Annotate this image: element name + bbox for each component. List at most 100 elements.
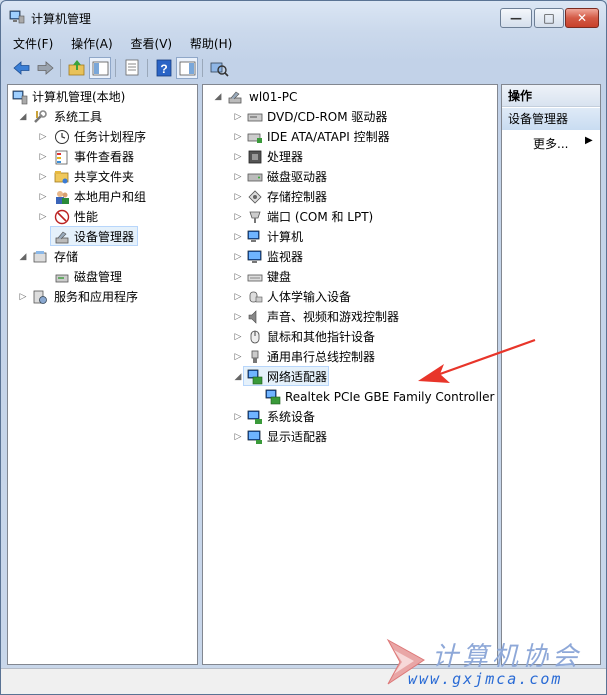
expand-icon[interactable]: ▷ [38,147,48,167]
watermark-url: www.gxjmca.com [408,670,563,688]
users-icon [56,191,69,204]
device-category-computer[interactable]: ▷ 计算机 [205,227,495,247]
disk-drive-icon [247,173,263,182]
device-category-display-adapters[interactable]: ▷ 显示适配器 [205,427,495,447]
show-tree-button[interactable] [89,57,111,79]
device-category-dvd[interactable]: ▷ DVD/CD-ROM 驱动器 [205,107,495,127]
storage-controller-icon [248,190,262,204]
scan-hardware-button[interactable] [208,57,230,79]
actions-section-device-manager[interactable]: 设备管理器 [502,108,600,130]
port-icon [249,211,261,223]
toolbar-separator [202,59,203,77]
device-category-processor[interactable]: ▷ 处理器 [205,147,495,167]
expand-icon[interactable]: ▷ [233,227,243,247]
expand-icon[interactable]: ▷ [233,247,243,267]
expand-icon[interactable]: ▷ [38,127,48,147]
device-category-mouse[interactable]: ▷ 鼠标和其他指针设备 [205,327,495,347]
up-folder-icon [68,60,85,76]
tree-item-shared-folders[interactable]: ▷ 共享文件夹 [10,167,196,187]
expand-icon[interactable]: ▷ [38,187,48,207]
collapse-icon[interactable]: ◢ [18,107,28,127]
expand-icon[interactable]: ▷ [233,187,243,207]
device-category-network-adapters[interactable]: ◢ 网络适配器 [205,367,495,387]
device-category-monitors[interactable]: ▷ 监视器 [205,247,495,267]
tree-item-task-scheduler[interactable]: ▷ 任务计划程序 [10,127,196,147]
export-button[interactable] [121,57,143,79]
menu-view[interactable]: 查看(V) [125,33,179,54]
expand-icon[interactable]: ▷ [233,167,243,187]
device-category-label: 监视器 [267,250,304,264]
expand-icon[interactable]: ▷ [233,407,243,427]
tree-item-storage[interactable]: ◢ 存储 [10,247,196,267]
expand-icon[interactable]: ▷ [18,287,28,307]
usb-icon [251,350,259,363]
expand-icon[interactable]: ▷ [233,127,243,147]
expand-icon[interactable]: ▷ [233,307,243,327]
computer-icon [228,91,242,104]
help-button[interactable]: ? [153,57,175,79]
expand-icon[interactable]: ▷ [233,427,243,447]
expand-icon[interactable]: ▷ [233,327,243,347]
console-icon [179,61,196,76]
actions-header: 操作 [502,85,600,107]
tree-item-disk-management[interactable]: 磁盘管理 [10,267,196,287]
tree-item-system-tools[interactable]: ◢ 系统工具 [10,107,196,127]
collapse-icon[interactable]: ◢ [213,87,223,107]
device-category-label: 磁盘驱动器 [267,170,328,184]
device-realtek-controller[interactable]: Realtek PCIe GBE Family Controller [205,387,495,407]
expand-icon[interactable]: ▷ [38,207,48,227]
storage-icon [33,251,47,263]
device-category-keyboards[interactable]: ▷ 键盘 [205,267,495,287]
tree-item-local-users[interactable]: ▷ 本地用户和组 [10,187,196,207]
device-category-storage-controllers[interactable]: ▷ 存储控制器 [205,187,495,207]
expand-icon[interactable]: ▷ [233,267,243,287]
minimize-button[interactable]: — [500,8,532,28]
network-card-icon [265,389,281,405]
device-tree-root[interactable]: ◢ wl01-PC [205,87,495,107]
tree-root[interactable]: 计算机管理(本地) [10,87,196,107]
expand-icon[interactable]: ▷ [233,207,243,227]
console-tree-pane[interactable]: 计算机管理(本地) ◢ 系统工具 ▷ 任务计划程序 ▷ 事件查看器 ▷ 共享文件… [7,84,198,665]
device-category-disk-drives[interactable]: ▷ 磁盘驱动器 [205,167,495,187]
forward-button[interactable] [34,57,56,79]
tree-item-performance[interactable]: ▷ 性能 [10,207,196,227]
expand-icon[interactable]: ▷ [38,167,48,187]
menu-help[interactable]: 帮助(H) [184,33,238,54]
more-actions-link[interactable]: 更多... [533,135,568,152]
expand-icon[interactable]: ▷ [233,347,243,367]
device-category-system-devices[interactable]: ▷ 系统设备 [205,407,495,427]
tree-item-label: 存储 [54,250,79,264]
menu-file[interactable]: 文件(F) [7,33,59,54]
collapse-icon[interactable]: ◢ [233,367,243,387]
device-category-ide[interactable]: ▷ IDE ATA/ATAPI 控制器 [205,127,495,147]
close-button[interactable]: ✕ [565,8,599,28]
tree-item-device-manager[interactable]: 设备管理器 [10,227,196,247]
action-pane-button[interactable] [176,57,198,79]
collapse-icon[interactable]: ◢ [18,247,28,267]
device-label: Realtek PCIe GBE Family Controller [285,390,495,404]
chevron-right-icon[interactable]: ▶ [585,135,593,146]
tree-item-label: 服务和应用程序 [54,290,139,304]
device-category-hid[interactable]: ▷ 人体学输入设备 [205,287,495,307]
window-title: 计算机管理 [31,12,92,26]
up-folder-button[interactable] [66,57,88,79]
computer-management-icon [12,90,28,105]
expand-icon[interactable]: ▷ [233,147,243,167]
forward-icon [37,61,54,75]
device-category-sound[interactable]: ▷ 声音、视频和游戏控制器 [205,307,495,327]
tree-item-services-apps[interactable]: ▷ 服务和应用程序 [10,287,196,307]
expand-icon[interactable]: ▷ [233,287,243,307]
menu-action[interactable]: 操作(A) [65,33,119,54]
tree-item-label: 系统工具 [54,110,103,124]
expand-icon[interactable]: ▷ [233,107,243,127]
device-category-label: 键盘 [267,270,292,284]
title-bar[interactable]: 计算机管理 — □ ✕ [1,1,606,33]
tree-item-event-viewer[interactable]: ▷ 事件查看器 [10,147,196,167]
back-button[interactable] [11,57,33,79]
maximize-icon: □ [543,11,555,25]
device-category-ports[interactable]: ▷ 端口 (COM 和 LPT) [205,207,495,227]
device-tree-pane[interactable]: ◢ wl01-PC ▷ DVD/CD-ROM 驱动器 ▷ IDE ATA/ATA… [202,84,498,665]
device-category-usb[interactable]: ▷ 通用串行总线控制器 [205,347,495,367]
toolbar-separator [147,59,148,77]
maximize-button[interactable]: □ [534,8,564,28]
